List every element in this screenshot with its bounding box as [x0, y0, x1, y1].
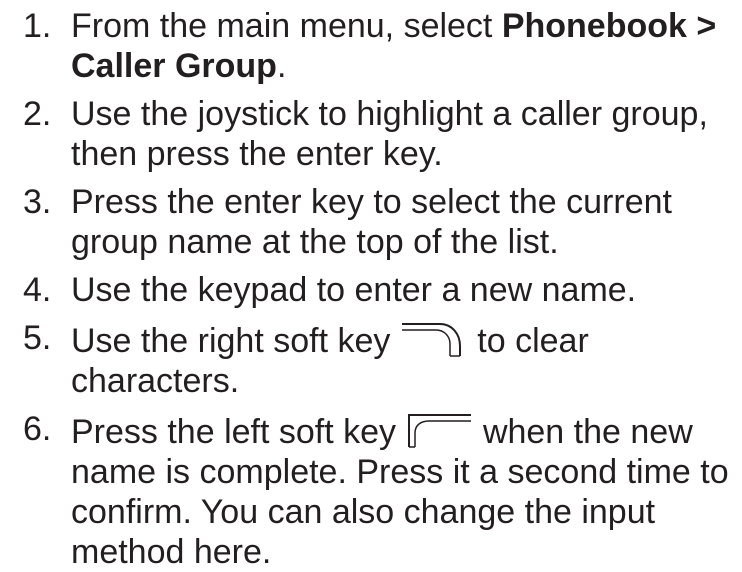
step-4: 4. Use the keypad to enter a new name. — [0, 270, 742, 310]
step-number: 2. — [23, 95, 52, 133]
step-text: Press the enter key to select the curren… — [71, 183, 672, 261]
step-text: From the main menu, select — [71, 7, 502, 45]
left-soft-key-icon — [405, 409, 473, 449]
step-text: Use the right soft key — [71, 322, 391, 360]
step-3: 3. Press the enter key to select the cur… — [0, 182, 742, 262]
step-number: 6. — [23, 410, 52, 448]
step-text: Press the left soft key — [71, 413, 397, 451]
step-number: 1. — [23, 7, 52, 45]
right-soft-key-icon — [400, 318, 468, 358]
step-5: 5. Use the right soft key to clear chara… — [0, 318, 742, 401]
step-2: 2. Use the joystick to highlight a calle… — [0, 94, 742, 174]
step-number: 3. — [23, 183, 52, 221]
instruction-steps: 1. From the main menu, select Phonebook … — [0, 0, 742, 572]
step-text-end: . — [276, 47, 287, 85]
step-1: 1. From the main menu, select Phonebook … — [0, 6, 742, 86]
step-6: 6. Press the left soft key when the new … — [0, 409, 742, 572]
step-text: Use the joystick to highlight a caller g… — [71, 95, 708, 173]
step-text: Use the keypad to enter a new name. — [71, 271, 637, 309]
step-number: 5. — [23, 319, 52, 357]
step-number: 4. — [23, 271, 52, 309]
